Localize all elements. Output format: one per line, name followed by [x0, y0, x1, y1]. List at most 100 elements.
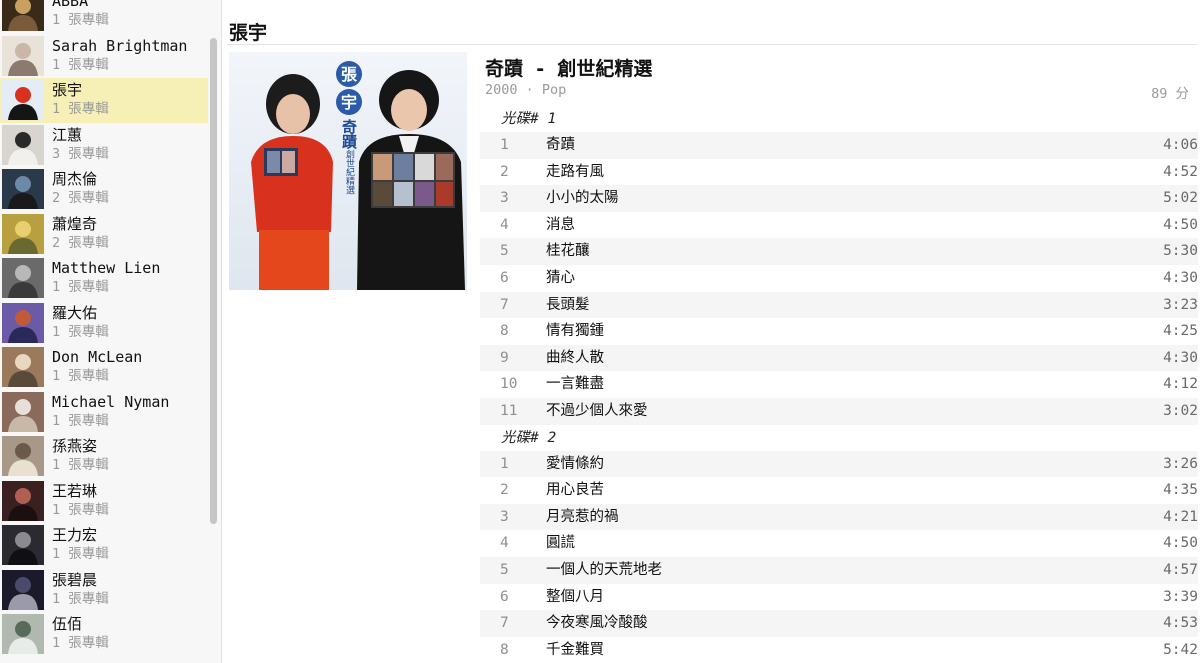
album-total-duration: 89 分	[1151, 86, 1189, 102]
track-number: 3	[500, 190, 509, 207]
artist-item[interactable]: Matthew Lien 1 張專輯	[0, 256, 208, 301]
artist-sidebar[interactable]: ABBA 1 張專輯 Sarah Brightman 1 張專輯 張宇 1 張專輯 江蕙 3 …	[0, 0, 222, 663]
track-row[interactable]: 6 整個八月 3:39	[480, 584, 1198, 611]
artist-item[interactable]: 伍佰 1 張專輯	[0, 612, 208, 657]
track-number: 9	[500, 349, 509, 366]
artist-item[interactable]: 張宇 1 張專輯	[0, 78, 208, 123]
artist-name: 孫燕姿	[52, 437, 98, 455]
artist-name: Michael Nyman	[52, 392, 170, 411]
track-row[interactable]: 5 一個人的天荒地老 4:57	[480, 556, 1198, 584]
track-row[interactable]: 8 千金難買 5:42	[480, 637, 1198, 663]
artist-album-count: 2 張專輯	[52, 234, 109, 251]
artist-album-count: 2 張專輯	[52, 190, 109, 206]
artist-album-count: 1 張專輯	[52, 635, 109, 651]
artist-album-count: 1 張專輯	[52, 590, 109, 607]
track-number: 4	[500, 535, 509, 552]
artist-item[interactable]: 孫燕姿 1 張專輯	[0, 434, 208, 479]
track-number: 8	[500, 323, 509, 340]
track-row[interactable]: 8 情有獨鍾 4:25	[480, 318, 1198, 345]
track-title: 用心良苦	[546, 482, 604, 499]
track-number: 4	[500, 216, 509, 233]
track-duration: 4:35	[1163, 482, 1198, 499]
track-list: 光碟# 1 1 奇蹟 4:06 2 走路有風 4:52 3 小小的太陽 5:02 4 消息 4:50 5 桂…	[480, 106, 1198, 663]
artist-item[interactable]: 江蕙 3 張專輯	[0, 123, 208, 168]
artist-name: 江蕙	[52, 125, 83, 144]
track-number: 7	[500, 615, 509, 632]
artist-name: 張宇	[52, 81, 83, 99]
track-row[interactable]: 7 長頭髮 3:23	[480, 291, 1198, 319]
track-title: 月亮惹的禍	[546, 508, 619, 525]
track-row[interactable]: 4 消息 4:50	[480, 212, 1198, 239]
artist-name: 蕭煌奇	[52, 214, 98, 233]
artist-item[interactable]: Sarah Brightman 1 張專輯	[0, 34, 208, 79]
artist-heading: 張宇	[229, 22, 268, 44]
track-title: 整個八月	[546, 588, 604, 605]
track-number: 10	[500, 376, 518, 393]
track-title: 今夜寒風冷酸酸	[546, 615, 648, 632]
artist-item[interactable]: Don McLean 1 張專輯	[0, 345, 208, 390]
track-title: 不過少個人來愛	[546, 402, 648, 419]
disc-label: 光碟# 1	[501, 111, 557, 127]
track-row[interactable]: 11 不過少個人來愛 3:02	[480, 397, 1198, 425]
artist-album-count: 1 張專輯	[52, 279, 109, 295]
artist-thumbnail	[2, 302, 44, 343]
album-year-genre: 2000 · Pop	[485, 82, 567, 98]
track-row[interactable]: 3 月亮惹的禍 4:21	[480, 503, 1198, 531]
track-number: 1	[500, 137, 509, 153]
artist-item[interactable]: 周杰倫 2 張專輯	[0, 167, 208, 212]
track-title: 長頭髮	[546, 296, 590, 313]
track-row[interactable]: 5 桂花釀 5:30	[480, 238, 1198, 265]
artist-thumbnail	[2, 436, 44, 476]
track-row[interactable]: 2 用心良苦 4:35	[480, 477, 1198, 504]
track-duration: 4:52	[1163, 163, 1198, 180]
track-title: 愛情條約	[546, 455, 604, 472]
track-row[interactable]: 3 小小的太陽 5:02	[480, 185, 1198, 212]
album-cover[interactable]: 張 宇 奇蹟 創世紀精選	[229, 52, 467, 290]
track-row[interactable]: 10 一言難盡 4:12	[480, 371, 1198, 398]
artist-name: Don McLean	[52, 348, 143, 366]
track-title: 一個人的天荒地老	[546, 561, 662, 578]
artist-name: 羅大佑	[52, 303, 98, 322]
artist-item[interactable]: Michael Nyman 1 張專輯	[0, 390, 208, 435]
artist-name: 伍佰	[52, 615, 83, 633]
artist-thumbnail	[2, 213, 44, 254]
track-number: 3	[500, 508, 509, 525]
track-duration: 5:02	[1163, 190, 1198, 207]
track-title: 小小的太陽	[546, 190, 619, 207]
artist-detail-pane: 張宇 張 宇 奇蹟 創世紀精選 奇蹟 - 創世紀精選 2000 · Pop 89…	[222, 0, 1200, 663]
track-row[interactable]: 2 走路有風 4:52	[480, 159, 1198, 186]
artist-name: 周杰倫	[52, 170, 98, 188]
disc-label: 光碟# 2	[501, 429, 557, 446]
artist-item[interactable]: 張碧晨 1 張專輯	[0, 568, 208, 613]
track-row[interactable]: 7 今夜寒風冷酸酸 4:53	[480, 610, 1198, 637]
sidebar-scrollbar[interactable]	[210, 38, 217, 524]
track-duration: 5:42	[1163, 641, 1198, 658]
track-duration: 4:30	[1163, 269, 1198, 286]
artist-name: 張碧晨	[52, 570, 98, 589]
artist-thumbnail	[2, 80, 44, 120]
track-row[interactable]: 9 曲終人散 4:30	[480, 344, 1198, 372]
artist-name: 王力宏	[52, 526, 98, 544]
artist-item[interactable]: 王力宏 1 張專輯	[0, 523, 208, 568]
track-duration: 4:50	[1163, 535, 1198, 552]
track-duration: 4:53	[1163, 615, 1198, 632]
track-number: 6	[500, 269, 509, 286]
artist-name: 王若琳	[52, 481, 98, 500]
track-row[interactable]: 6 猜心 4:30	[480, 265, 1198, 292]
track-duration: 3:26	[1163, 455, 1198, 472]
artist-item[interactable]: 蕭煌奇 2 張專輯	[0, 212, 208, 257]
artist-item[interactable]: ABBA 1 張專輯	[0, 0, 208, 34]
track-number: 1	[500, 455, 509, 472]
track-duration: 3:02	[1163, 402, 1198, 419]
artist-item[interactable]: 王若琳 1 張專輯	[0, 479, 208, 524]
track-title: 一言難盡	[546, 376, 604, 393]
track-duration: 4:50	[1163, 216, 1198, 233]
cover-subtitle: 奇蹟	[340, 118, 358, 150]
track-row[interactable]: 1 奇蹟 4:06	[480, 132, 1198, 159]
track-duration: 4:57	[1163, 561, 1198, 578]
track-number: 5	[500, 561, 509, 578]
track-row[interactable]: 1 愛情條約 3:26	[480, 450, 1198, 478]
artist-item[interactable]: 羅大佑 1 張專輯	[0, 301, 208, 346]
track-row[interactable]: 4 圓謊 4:50	[480, 530, 1198, 557]
track-title: 情有獨鍾	[546, 323, 604, 340]
